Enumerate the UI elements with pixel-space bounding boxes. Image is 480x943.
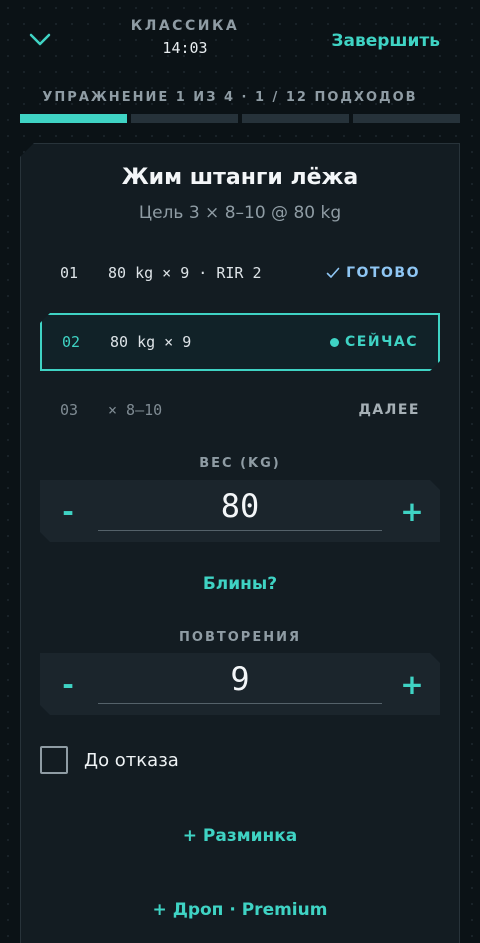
progress-bar — [20, 114, 460, 123]
set-row-done[interactable]: 01 80 kg × 9 · RIR 2 ГОТОВО — [40, 245, 440, 301]
set-status: ДАЛЕЕ — [358, 402, 420, 418]
set-number: 02 — [62, 333, 81, 351]
reps-input[interactable]: 9 — [98, 655, 382, 704]
set-status-label: ДАЛЕЕ — [358, 402, 420, 418]
weight-increase-button[interactable]: + — [384, 480, 440, 542]
exercise-title: Жим штанги лёжа — [121, 165, 359, 190]
set-number: 03 — [60, 401, 79, 419]
set-status-label: СЕЙЧАС — [345, 334, 418, 350]
progress-segment — [131, 114, 238, 123]
weight-input[interactable]: 80 — [98, 482, 382, 531]
to-failure-checkbox[interactable] — [40, 746, 68, 774]
exercise-target: Цель 3 × 8–10 @ 80 kg — [138, 203, 342, 223]
set-status-label: ГОТОВО — [346, 265, 420, 281]
collapse-button[interactable] — [26, 28, 54, 52]
set-status: ГОТОВО — [326, 265, 420, 281]
check-icon — [326, 267, 340, 278]
reps-label: ПОВТОРЕНИЯ — [179, 630, 301, 645]
progress-segment — [20, 114, 127, 123]
elapsed-time: 14:03 — [162, 39, 208, 57]
workout-header: КЛАССИКА 14:03 — [110, 18, 260, 57]
set-row-next[interactable]: 03 × 8–10 ДАЛЕЕ — [40, 382, 440, 438]
workout-name: КЛАССИКА — [130, 18, 240, 34]
set-value: × 8–10 — [108, 401, 163, 419]
weight-label: ВЕС (KG) — [199, 456, 281, 471]
plates-link[interactable]: Блины? — [20, 574, 460, 594]
add-drop-set-button[interactable]: + Дроп · Premium — [20, 900, 460, 920]
add-warmup-button[interactable]: + Разминка — [20, 826, 460, 846]
progress-segment — [242, 114, 349, 123]
set-number: 01 — [60, 264, 79, 282]
dot-icon — [330, 338, 339, 347]
set-value: 80 kg × 9 — [110, 333, 192, 351]
to-failure-label: До отказа — [84, 750, 179, 771]
set-value: 80 kg × 9 · RIR 2 — [108, 264, 262, 282]
progress-segment — [353, 114, 460, 123]
reps-decrease-button[interactable]: - — [40, 653, 96, 715]
chevron-down-icon — [29, 33, 51, 46]
set-status: СЕЙЧАС — [330, 334, 418, 350]
reps-increase-button[interactable]: + — [384, 653, 440, 715]
progress-label: УПРАЖНЕНИЕ 1 ИЗ 4 · 1 / 12 ПОДХОДОВ — [42, 90, 418, 105]
set-row-current[interactable]: 02 80 kg × 9 СЕЙЧАС — [40, 313, 440, 371]
finish-button[interactable]: Завершить — [331, 31, 440, 51]
weight-decrease-button[interactable]: - — [40, 480, 96, 542]
